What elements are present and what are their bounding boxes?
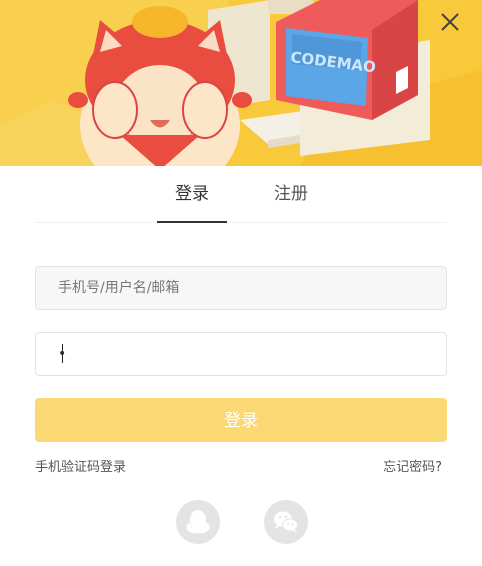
banner-illustration: CODEMAO	[0, 0, 482, 166]
qq-login-button[interactable]	[176, 500, 220, 544]
close-icon	[441, 13, 459, 31]
auth-tabs: 登录 注册	[35, 166, 447, 223]
tab-login[interactable]: 登录	[157, 166, 227, 222]
wechat-icon	[274, 511, 298, 533]
header-banner: CODEMAO	[0, 0, 482, 166]
active-tab-indicator	[157, 221, 227, 223]
account-input[interactable]	[35, 266, 447, 310]
wechat-login-button[interactable]	[264, 500, 308, 544]
forgot-password-link[interactable]: 忘记密码?	[383, 456, 442, 475]
qq-icon	[186, 510, 210, 534]
text-cursor	[62, 344, 63, 363]
login-button[interactable]: 登录	[35, 398, 447, 442]
tab-register[interactable]: 注册	[256, 166, 326, 222]
password-input[interactable]	[35, 332, 447, 376]
close-button[interactable]	[438, 10, 462, 34]
sms-login-link[interactable]: 手机验证码登录	[35, 456, 126, 475]
